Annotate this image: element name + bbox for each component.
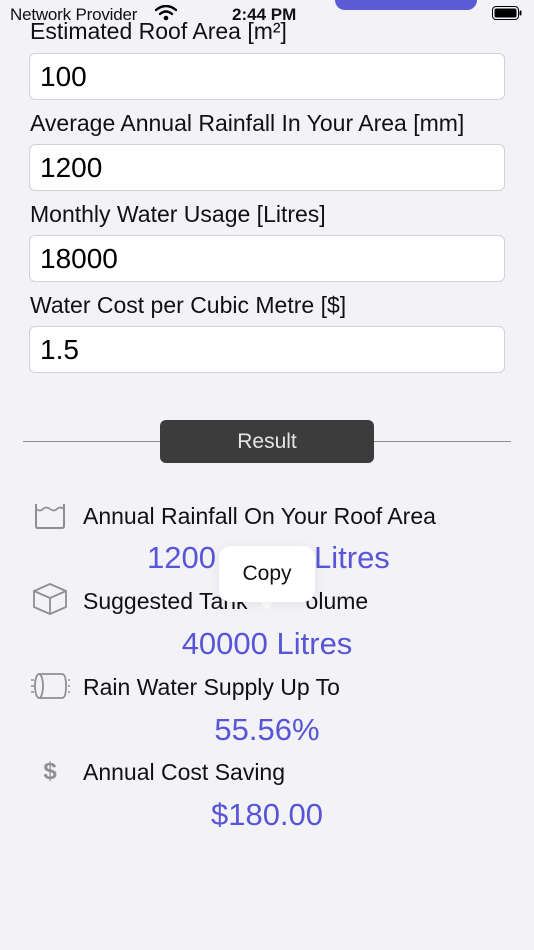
- roof-area-label: Estimated Roof Area [m²]: [30, 18, 287, 44]
- cost-saving-value[interactable]: $180.00: [0, 797, 534, 833]
- copy-menu-item[interactable]: Copy: [219, 546, 315, 602]
- supply-label: Rain Water Supply Up To: [83, 674, 340, 700]
- annual-rainfall-label: Annual Rainfall On Your Roof Area: [83, 503, 436, 529]
- battery-icon: [492, 6, 522, 20]
- rainfall-input[interactable]: 1200: [29, 144, 505, 191]
- cost-input[interactable]: 1.5: [29, 326, 505, 373]
- roof-area-input[interactable]: 100: [29, 53, 505, 100]
- divider-right: [374, 441, 511, 442]
- container-icon: [35, 504, 65, 529]
- tank-volume-value[interactable]: 40000 Litres: [0, 626, 534, 662]
- nav-button[interactable]: [335, 0, 477, 10]
- tank-volume-label-end: olume: [305, 588, 369, 614]
- result-button[interactable]: Result: [160, 420, 374, 463]
- usage-label: Monthly Water Usage [Litres]: [30, 201, 326, 227]
- divider-left: [23, 441, 160, 442]
- cube-icon: [33, 583, 67, 615]
- dollar-icon: $: [43, 758, 57, 785]
- rainfall-label: Average Annual Rainfall In Your Area [mm…: [30, 110, 465, 136]
- annual-rainfall-unit: Litres: [314, 540, 390, 575]
- cost-saving-label: Annual Cost Saving: [83, 759, 286, 785]
- annual-rainfall-value[interactable]: 1200: [147, 540, 216, 576]
- cost-label: Water Cost per Cubic Metre [$]: [30, 292, 347, 318]
- usage-input[interactable]: 18000: [29, 235, 505, 282]
- water-pipe-icon: [31, 673, 70, 699]
- supply-value[interactable]: 55.56%: [0, 712, 534, 748]
